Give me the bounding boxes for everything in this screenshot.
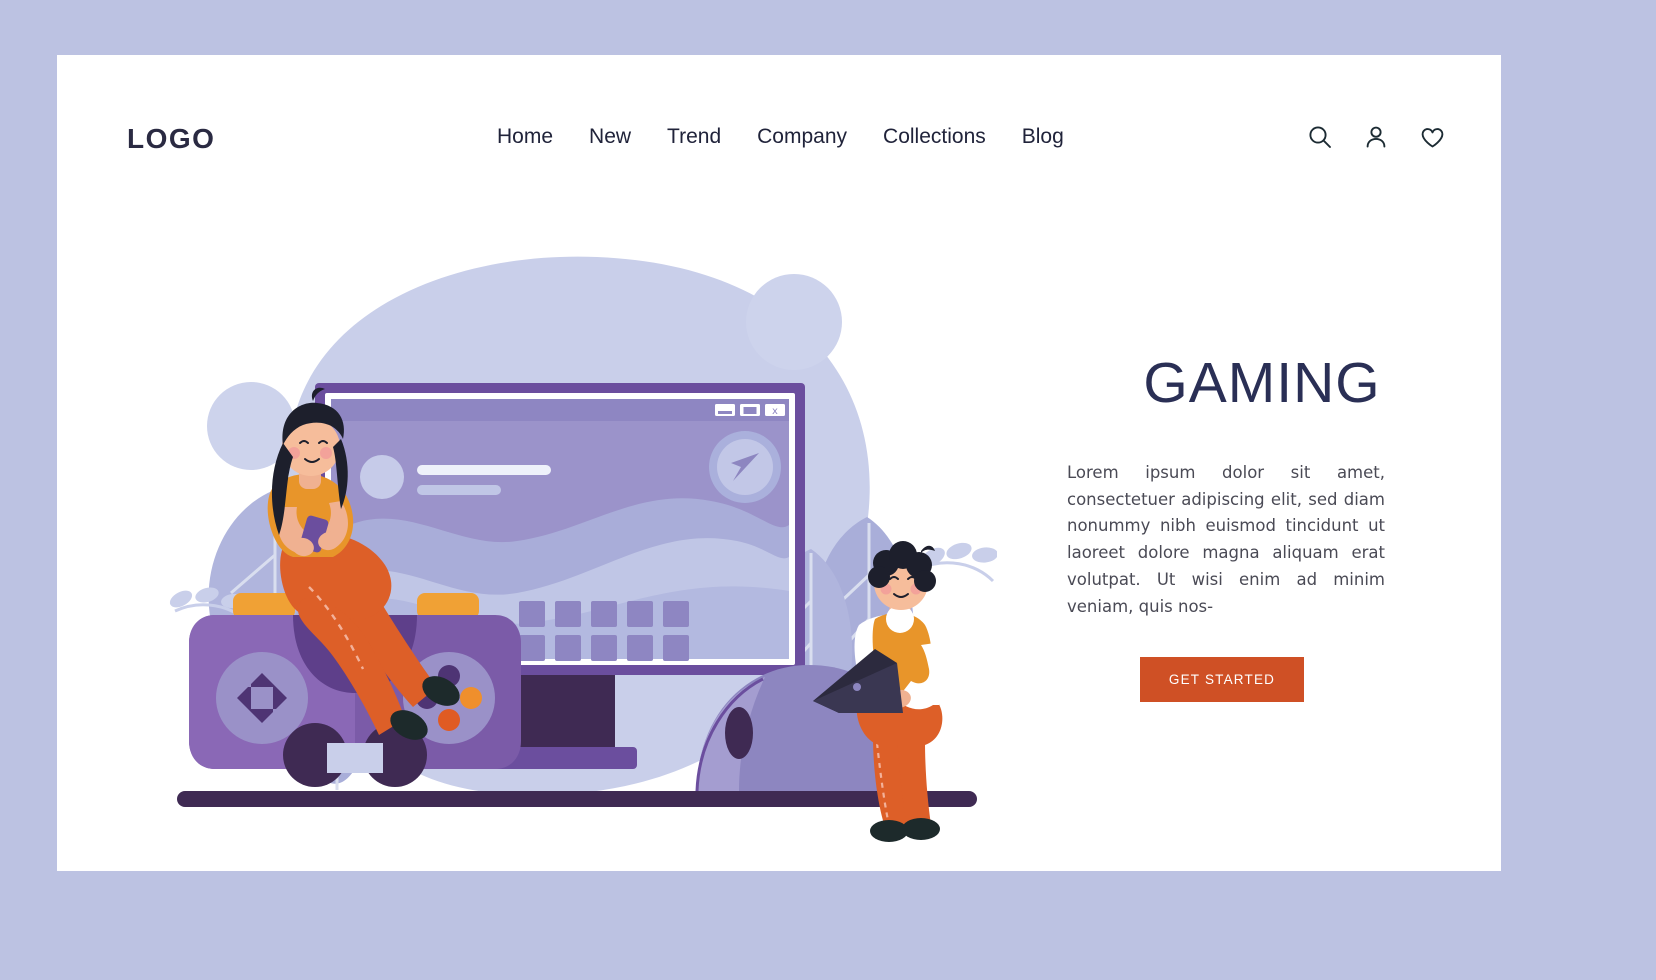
landing-card: LOGO Home New Trend Company Collections … — [57, 55, 1501, 871]
header-actions — [1306, 123, 1446, 151]
main-navigation: Home New Trend Company Collections Blog — [497, 125, 1064, 149]
window-controls: x — [715, 404, 785, 417]
search-icon[interactable] — [1306, 123, 1334, 151]
nav-item-trend[interactable]: Trend — [667, 125, 721, 149]
nav-item-new[interactable]: New — [589, 125, 631, 149]
nav-item-home[interactable]: Home — [497, 125, 553, 149]
page-title: GAMING — [1143, 351, 1381, 415]
hero-description: Lorem ipsum dolor sit amet, consectetuer… — [1067, 463, 1385, 616]
user-icon[interactable] — [1362, 123, 1390, 151]
get-started-button[interactable]: GET STARTED — [1140, 657, 1304, 703]
hero-text-block: GAMING Lorem ipsum dolor sit amet, conse… — [1062, 351, 1462, 703]
nav-item-collections[interactable]: Collections — [883, 125, 986, 149]
svg-text:x: x — [772, 406, 778, 417]
nav-item-company[interactable]: Company — [757, 125, 847, 149]
hero-illustration: x — [97, 195, 997, 855]
page-root: LOGO Home New Trend Company Collections … — [0, 0, 1656, 980]
site-logo[interactable]: LOGO — [127, 123, 215, 155]
heart-icon[interactable] — [1418, 123, 1446, 151]
nav-item-blog[interactable]: Blog — [1022, 125, 1064, 149]
